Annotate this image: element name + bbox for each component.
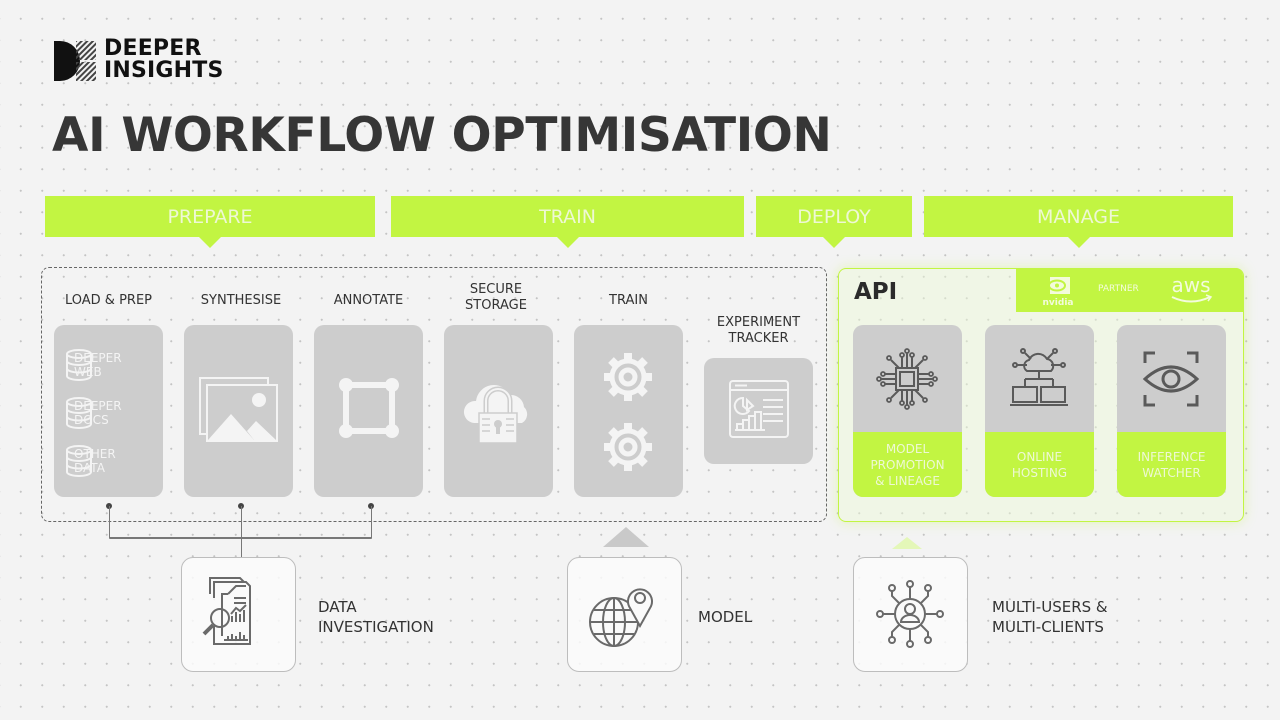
model-box[interactable]	[567, 557, 682, 672]
logo-mark-icon	[54, 41, 96, 81]
label-line: PROMOTION	[870, 457, 945, 472]
database-icon	[66, 445, 92, 477]
card-secure-storage[interactable]	[444, 325, 553, 497]
brand-name: DEEPER INSIGHTS	[104, 38, 224, 82]
aws-logo-icon: aws	[1171, 273, 1213, 303]
cloud-lock-icon	[463, 385, 528, 444]
label-line: & LINEAGE	[875, 473, 940, 488]
stage-label-experiment-tracker: EXPERIMENT TRACKER	[704, 315, 813, 347]
label-line: WATCHER	[1142, 465, 1201, 480]
source-deeper-docs: DEEPER DOCS	[64, 397, 122, 429]
database-icon	[66, 349, 92, 381]
user-network-icon	[876, 580, 944, 648]
svg-text:aws: aws	[1171, 273, 1210, 297]
api-card-inference-watcher[interactable]: INFERENCE WATCHER	[1117, 325, 1226, 497]
api-card-online-hosting[interactable]: ONLINE HOSTING	[985, 325, 1094, 497]
phase-manage: MANAGE	[924, 196, 1233, 248]
bounding-box-icon	[339, 378, 399, 438]
stage-label-annotate: ANNOTATE	[333, 293, 404, 308]
card-train[interactable]	[574, 325, 683, 497]
api-title: API	[854, 279, 898, 305]
nvidia-logo-icon: nvidia	[1043, 277, 1074, 308]
up-arrow-clients	[892, 537, 922, 549]
label-line: MULTI-USERS &	[992, 598, 1108, 616]
label-line: ONLINE	[1016, 449, 1063, 464]
data-investigation-box[interactable]	[181, 557, 296, 672]
label-line: DATA	[318, 598, 357, 616]
database-icon	[66, 397, 92, 429]
label-line: SECURE	[469, 282, 523, 297]
brand-logo: DEEPER INSIGHTS	[54, 38, 244, 86]
connector-line	[108, 506, 110, 538]
page-title: AI WORKFLOW OPTIMISATION	[52, 108, 832, 163]
stage-label-train: TRAIN	[609, 293, 648, 308]
multi-users-box[interactable]	[853, 557, 968, 672]
multi-users-label: MULTI-USERS & MULTI-CLIENTS	[992, 597, 1108, 637]
source-deeper-web: DEEPER WEB	[64, 349, 122, 381]
label-line: TRACKER	[728, 331, 789, 346]
data-investigation-label: DATA INVESTIGATION	[318, 597, 434, 637]
api-card-label: INFERENCE WATCHER	[1117, 432, 1226, 497]
connector-line	[240, 506, 242, 558]
connector-line	[370, 506, 372, 538]
label-line: EXPERIMENT	[716, 315, 801, 330]
globe-pin-icon	[589, 588, 653, 647]
label-line: MODEL	[885, 441, 930, 456]
report-search-icon	[202, 577, 251, 645]
svg-text:nvidia: nvidia	[1043, 298, 1074, 308]
phase-deploy: DEPLOY	[756, 196, 912, 248]
stage-label-load-prep: LOAD & PREP	[64, 293, 152, 308]
up-arrow-model	[603, 527, 649, 547]
dashboard-chart-icon	[729, 380, 789, 438]
label-line: MULTI-CLIENTS	[992, 618, 1104, 636]
pointer-arrow	[823, 237, 845, 248]
card-load-prep[interactable]: DEEPER WEB DEEPER DOCS OTHER DATA	[54, 325, 163, 497]
card-experiment-tracker[interactable]	[704, 358, 813, 464]
label-line: INVESTIGATION	[318, 618, 434, 636]
label-line: STORAGE	[465, 298, 527, 313]
api-card-label: ONLINE HOSTING	[985, 432, 1094, 497]
phase-label: TRAIN	[539, 205, 596, 228]
pointer-arrow	[199, 237, 221, 248]
brand-line-2: INSIGHTS	[104, 58, 224, 83]
label-line: HOSTING	[1011, 465, 1068, 480]
gears-icon	[604, 353, 652, 471]
phase-label: PREPARE	[167, 205, 253, 228]
phase-label: MANAGE	[1037, 205, 1120, 228]
phase-prepare: PREPARE	[45, 196, 375, 248]
card-annotate[interactable]	[314, 325, 423, 497]
api-card-label: MODEL PROMOTION & LINEAGE	[853, 432, 962, 497]
partner-bar: nvidia PARTNER aws	[1016, 268, 1243, 312]
card-synthesise[interactable]	[184, 325, 293, 497]
phase-train: TRAIN	[391, 196, 744, 248]
brand-line-1: DEEPER	[104, 36, 202, 61]
image-gallery-icon	[199, 377, 278, 442]
pointer-arrow	[1067, 237, 1090, 248]
phase-label: DEPLOY	[797, 205, 871, 228]
label-line: INFERENCE	[1137, 449, 1206, 464]
eye-scan-icon	[1142, 351, 1200, 407]
model-label: MODEL	[698, 608, 753, 626]
cloud-network-icon	[1010, 348, 1068, 406]
api-card-model-promotion[interactable]: MODEL PROMOTION & LINEAGE	[853, 325, 962, 497]
source-other-data: OTHER DATA	[64, 445, 116, 477]
partner-label: PARTNER	[1098, 284, 1139, 294]
chip-icon	[876, 348, 938, 410]
stage-label-secure-storage: SECURE STORAGE	[444, 282, 548, 314]
pointer-arrow	[556, 237, 579, 248]
stage-label-synthesise: SYNTHESISE	[200, 293, 282, 308]
